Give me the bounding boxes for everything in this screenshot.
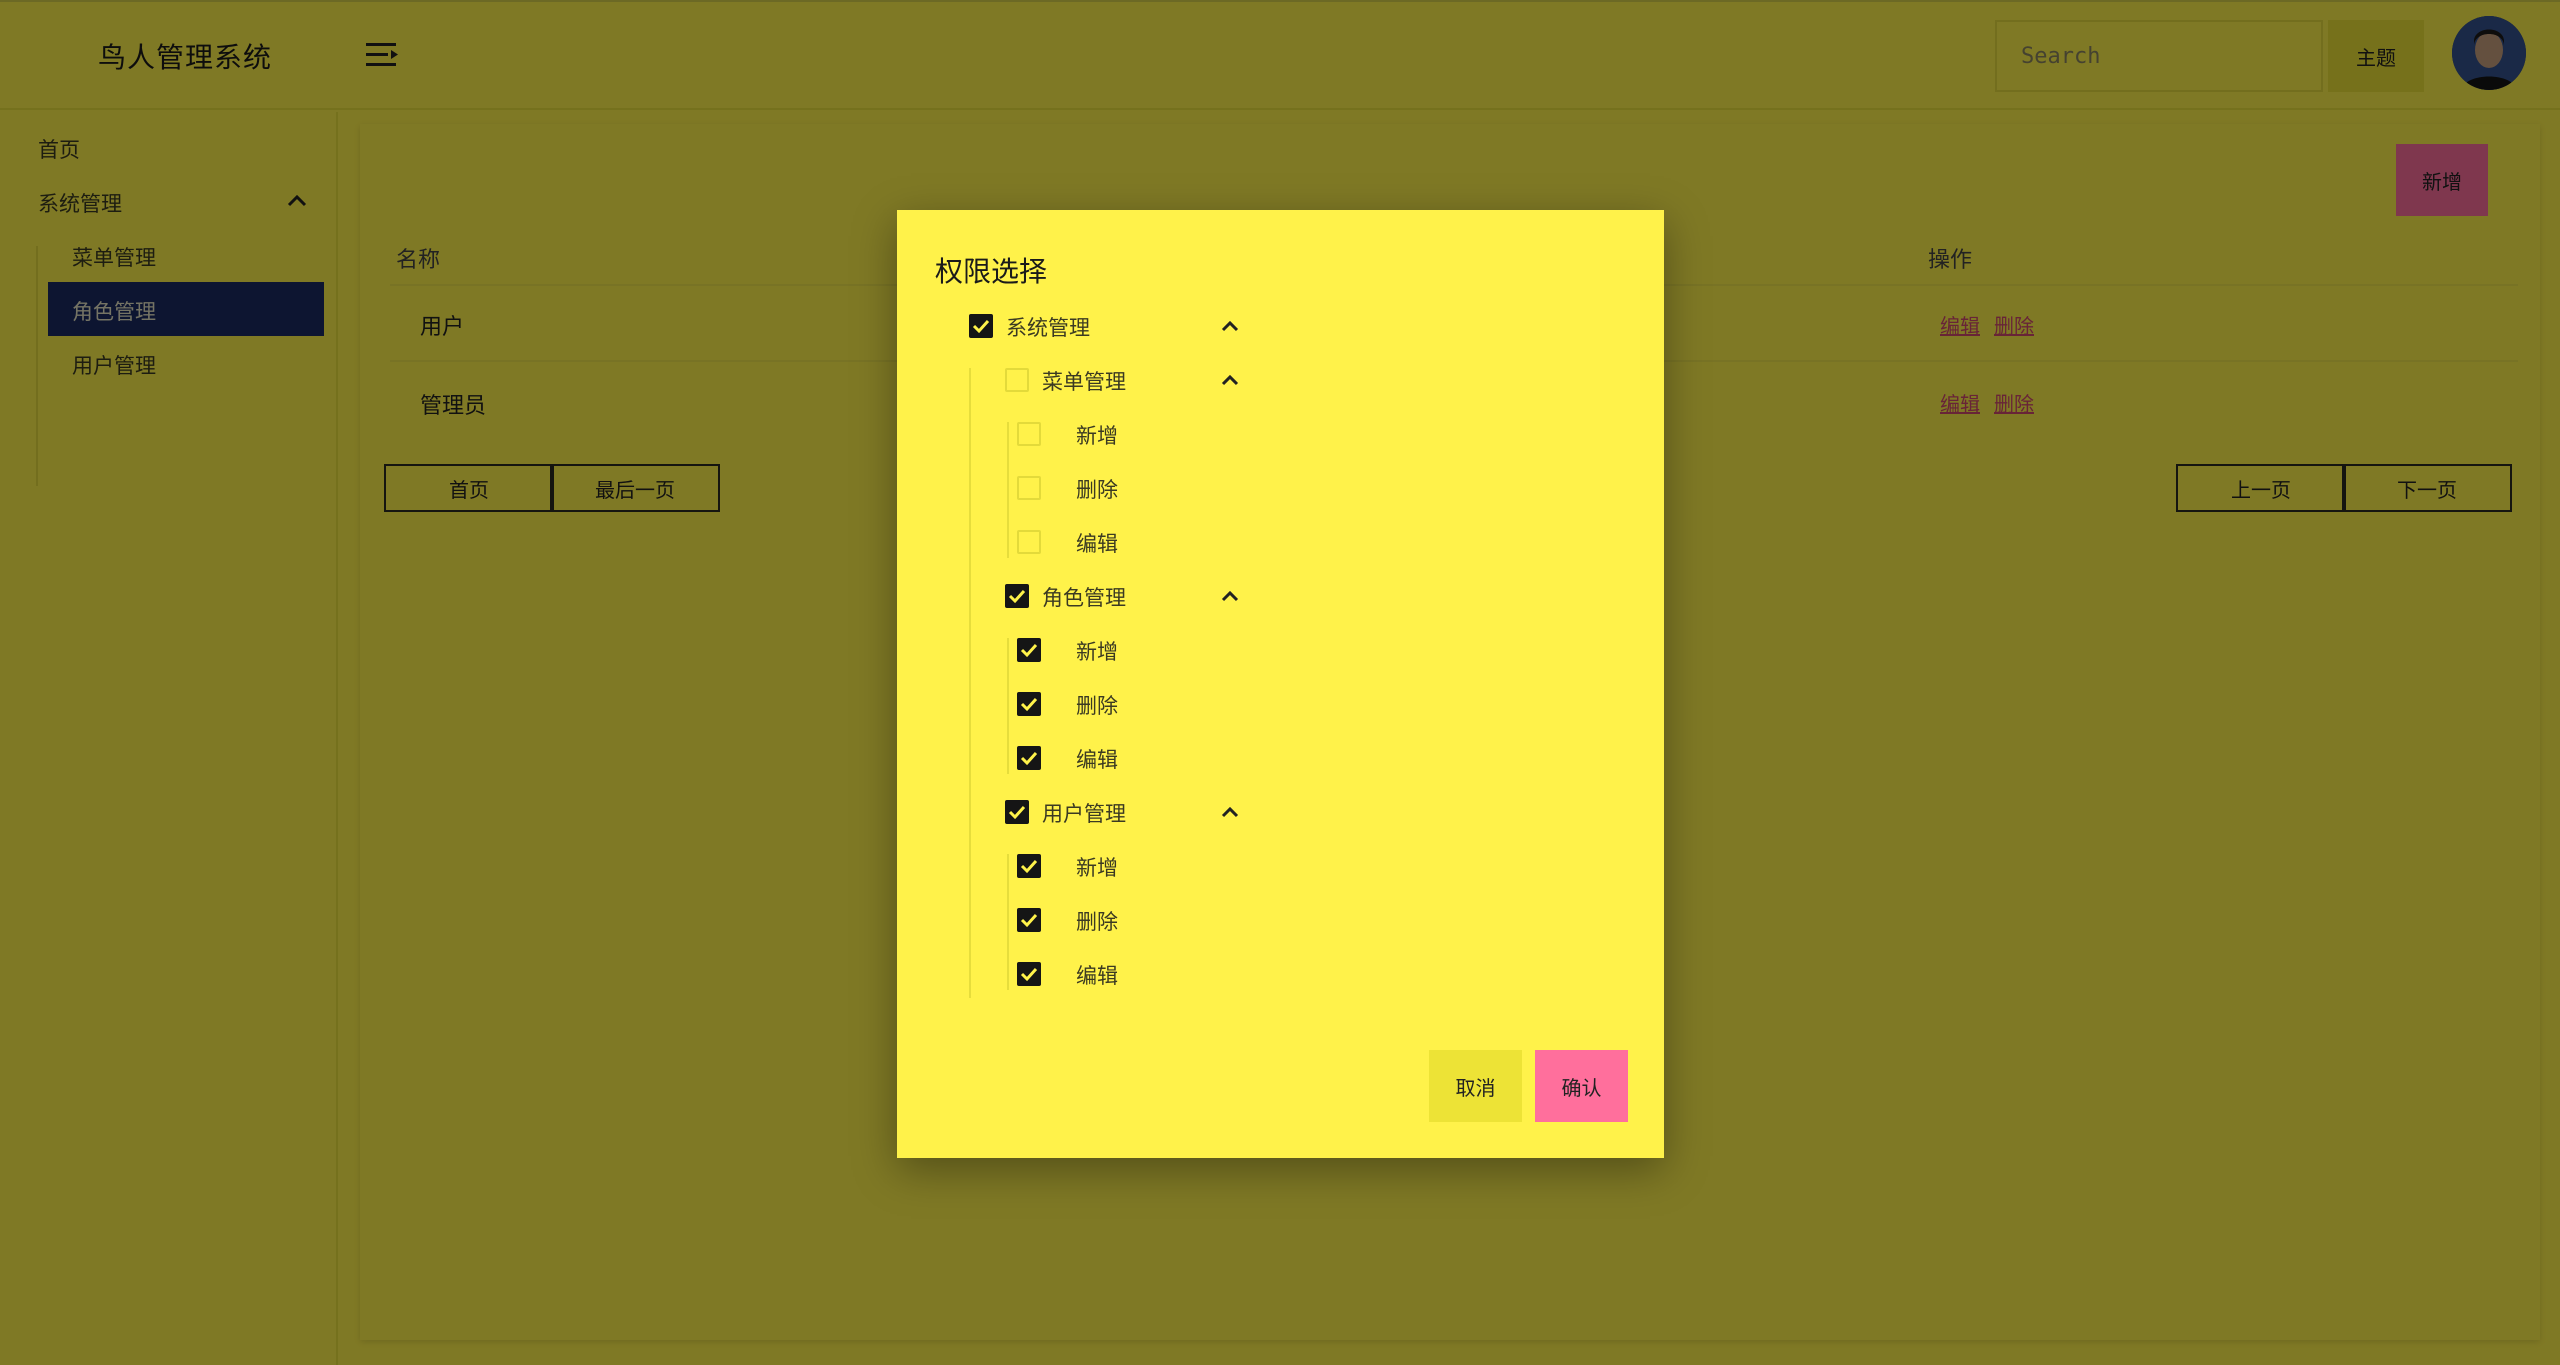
confirm-button[interactable]: 确认 bbox=[1535, 1050, 1628, 1122]
checkbox-user-delete[interactable] bbox=[1017, 908, 1041, 932]
chevron-up-icon[interactable] bbox=[1221, 806, 1239, 818]
tree-label-delete: 删除 bbox=[1076, 694, 1118, 718]
checkbox-role-mgmt[interactable] bbox=[1005, 584, 1029, 608]
checkbox-role-add[interactable] bbox=[1017, 638, 1041, 662]
checkbox-menu-edit[interactable] bbox=[1017, 530, 1041, 554]
tree-label-menu-mgmt: 菜单管理 bbox=[1042, 370, 1126, 394]
checkbox-user-add[interactable] bbox=[1017, 854, 1041, 878]
app-root: 鸟人管理系统 主题 首页 系统管理 菜单管理 角色管理 用户管理 新增 名称 操… bbox=[0, 0, 2560, 1365]
tree-guide-line bbox=[1007, 854, 1009, 990]
tree-label-delete: 删除 bbox=[1076, 910, 1118, 934]
tree-label-delete: 删除 bbox=[1076, 478, 1118, 502]
checkbox-user-mgmt[interactable] bbox=[1005, 800, 1029, 824]
tree-label-edit: 编辑 bbox=[1076, 748, 1118, 772]
tree-label-system-mgmt: 系统管理 bbox=[1006, 316, 1090, 340]
checkbox-role-delete[interactable] bbox=[1017, 692, 1041, 716]
chevron-up-icon[interactable] bbox=[1221, 320, 1239, 332]
checkbox-system-mgmt[interactable] bbox=[969, 314, 993, 338]
permission-dialog: 权限选择 系统管理 菜单管理 新增 删除 编辑 角色管理 新增 删除 编辑 用户… bbox=[897, 210, 1664, 1158]
checkbox-menu-delete[interactable] bbox=[1017, 476, 1041, 500]
chevron-up-icon[interactable] bbox=[1221, 374, 1239, 386]
tree-guide-line bbox=[1007, 638, 1009, 774]
tree-label-add: 新增 bbox=[1076, 856, 1118, 880]
tree-label-edit: 编辑 bbox=[1076, 532, 1118, 556]
tree-label-add: 新增 bbox=[1076, 424, 1118, 448]
tree-label-role-mgmt: 角色管理 bbox=[1042, 586, 1126, 610]
tree-label-user-mgmt: 用户管理 bbox=[1042, 802, 1126, 826]
dialog-title: 权限选择 bbox=[935, 255, 1048, 288]
chevron-up-icon[interactable] bbox=[1221, 590, 1239, 602]
tree-label-add: 新增 bbox=[1076, 640, 1118, 664]
checkbox-user-edit[interactable] bbox=[1017, 962, 1041, 986]
checkbox-menu-add[interactable] bbox=[1017, 422, 1041, 446]
tree-guide-line bbox=[1007, 422, 1009, 558]
cancel-button[interactable]: 取消 bbox=[1429, 1050, 1522, 1122]
tree-label-edit: 编辑 bbox=[1076, 964, 1118, 988]
tree-guide-line bbox=[969, 368, 971, 998]
checkbox-role-edit[interactable] bbox=[1017, 746, 1041, 770]
checkbox-menu-mgmt[interactable] bbox=[1005, 368, 1029, 392]
